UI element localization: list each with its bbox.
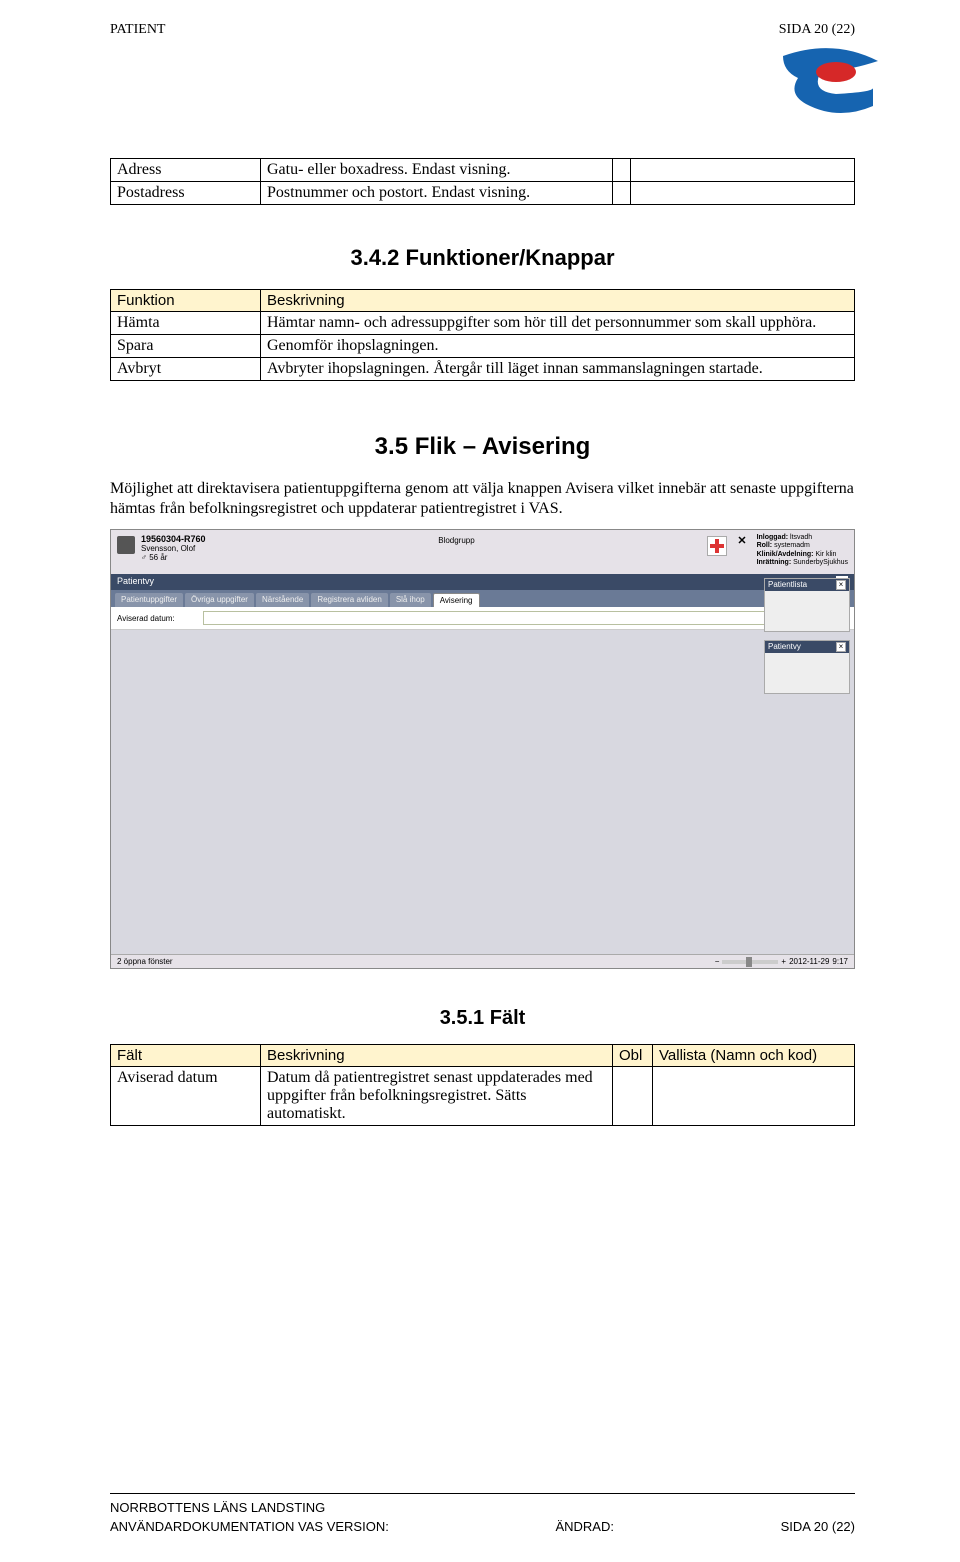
cell: Postnummer och postort. Endast visning. xyxy=(261,182,613,205)
aviserad-datum-input[interactable] xyxy=(203,611,797,625)
footer-version: ANVÄNDARDOKUMENTATION VAS VERSION: xyxy=(110,1519,389,1534)
patient-id: 19560304-R760 xyxy=(141,534,206,544)
cell: Datum då patientregistret senast uppdate… xyxy=(261,1067,613,1126)
table-row: Postadress Postnummer och postort. Endas… xyxy=(111,182,855,205)
open-windows-label: 2 öppna fönster xyxy=(117,957,173,966)
tab-ovriga[interactable]: Övriga uppgifter xyxy=(185,593,254,607)
panel-title: Patientlista xyxy=(768,580,807,590)
page-footer: NORRBOTTENS LÄNS LANDSTING ANVÄNDARDOKUM… xyxy=(110,1493,855,1534)
header-right: SIDA 20 (22) xyxy=(779,22,855,38)
tab-narstaende[interactable]: Närstående xyxy=(256,593,309,607)
minus-icon[interactable]: − xyxy=(715,957,720,966)
aviserad-row: Aviserad datum: Avisera xyxy=(111,607,854,630)
th-beskrivning: Beskrivning xyxy=(261,1045,613,1067)
heading-342: 3.4.2 Funktioner/Knappar xyxy=(110,245,855,271)
avatar-icon xyxy=(117,536,135,554)
functions-table: Funktion Beskrivning Hämta Hämtar namn- … xyxy=(110,289,855,381)
patient-name: Svensson, Olof xyxy=(141,544,206,553)
tab-registrera-avliden[interactable]: Registrera avliden xyxy=(311,593,387,607)
login-meta: Inloggad: ltsvadh Roll: systemadm Klinik… xyxy=(757,534,848,568)
cell: Hämtar namn- och adressuppgifter som hör… xyxy=(261,312,855,335)
table-row: Aviserad datum Datum då patientregistret… xyxy=(111,1067,855,1126)
header-left: PATIENT xyxy=(110,22,166,38)
tab-bar: Patientuppgifter Övriga uppgifter Närstå… xyxy=(111,590,854,607)
table-row: Hämta Hämtar namn- och adressuppgifter s… xyxy=(111,312,855,335)
ss-statusbar: 2 öppna fönster − + 2012-11-29 9:17 xyxy=(111,954,854,968)
cell: Postadress xyxy=(111,182,261,205)
panel-patientlista: Patientlista × xyxy=(764,578,850,632)
cell: Spara xyxy=(111,335,261,358)
status-date: 2012-11-29 xyxy=(789,957,829,966)
patient-id-block: 19560304-R760 Svensson, Olof ♂ 56 år xyxy=(141,534,206,562)
app-screenshot: 19560304-R760 Svensson, Olof ♂ 56 år Blo… xyxy=(110,529,855,969)
close-icon[interactable]: ✕ xyxy=(733,534,750,547)
table-row: Avbryt Avbryter ihopslagningen. Återgår … xyxy=(111,358,855,381)
bloodgroup-label: Blodgrupp xyxy=(212,534,702,545)
cell: Avbryter ihopslagningen. Återgår till lä… xyxy=(261,358,855,381)
th-obl: Obl xyxy=(613,1045,653,1067)
ss-topbar: 19560304-R760 Svensson, Olof ♂ 56 år Blo… xyxy=(111,530,854,574)
panel-close-icon[interactable]: × xyxy=(836,642,846,652)
tab-patientuppgifter[interactable]: Patientuppgifter xyxy=(115,593,183,607)
th-beskrivning: Beskrivning xyxy=(261,290,855,312)
table-row: Adress Gatu- eller boxadress. Endast vis… xyxy=(111,159,855,182)
window-title: Patientvy xyxy=(117,576,154,588)
cell xyxy=(631,182,855,205)
status-time: 9:17 xyxy=(832,957,848,966)
table-header-row: Fält Beskrivning Obl Vallista (Namn och … xyxy=(111,1045,855,1067)
th-funktion: Funktion xyxy=(111,290,261,312)
tab-avisering[interactable]: Avisering xyxy=(433,593,480,607)
panel-title: Patientvy xyxy=(768,642,801,652)
patient-age: ♂ 56 år xyxy=(141,553,206,562)
panel-close-icon[interactable]: × xyxy=(836,580,846,590)
fields-table: Fält Beskrivning Obl Vallista (Namn och … xyxy=(110,1044,855,1126)
plus-icon[interactable]: + xyxy=(781,957,786,966)
cell: Aviserad datum xyxy=(111,1067,261,1126)
heading-351: 3.5.1 Fält xyxy=(110,1007,855,1030)
cell: Hämta xyxy=(111,312,261,335)
heading-35: 3.5 Flik – Avisering xyxy=(110,433,855,461)
address-table: Adress Gatu- eller boxadress. Endast vis… xyxy=(110,158,855,205)
cell: Avbryt xyxy=(111,358,261,381)
th-vallista: Vallista (Namn och kod) xyxy=(653,1045,855,1067)
aviserad-label: Aviserad datum: xyxy=(117,614,197,623)
red-cross-icon xyxy=(707,536,727,556)
section-35-body: Möjlighet att direktavisera patientuppgi… xyxy=(110,479,855,519)
page-header: PATIENT SIDA 20 (22) xyxy=(110,22,855,38)
footer-page: SIDA 20 (22) xyxy=(781,1519,855,1534)
table-row: Spara Genomför ihopslagningen. xyxy=(111,335,855,358)
cell xyxy=(613,182,631,205)
panel-patientvy: Patientvy × xyxy=(764,640,850,694)
th-falt: Fält xyxy=(111,1045,261,1067)
zoom-slider[interactable]: − + 2012-11-29 9:17 xyxy=(715,957,848,966)
cell: Adress xyxy=(111,159,261,182)
cell xyxy=(631,159,855,182)
cell xyxy=(613,159,631,182)
cell: Genomför ihopslagningen. xyxy=(261,335,855,358)
cell: Gatu- eller boxadress. Endast visning. xyxy=(261,159,613,182)
window-titlebar: Patientvy × xyxy=(111,574,854,590)
tab-sla-ihop[interactable]: Slå ihop xyxy=(390,593,431,607)
cell xyxy=(653,1067,855,1126)
cell xyxy=(613,1067,653,1126)
vas-logo-icon xyxy=(778,46,888,116)
table-header-row: Funktion Beskrivning xyxy=(111,290,855,312)
footer-changed: ÄNDRAD: xyxy=(555,1519,614,1534)
footer-org: NORRBOTTENS LÄNS LANDSTING xyxy=(110,1500,325,1515)
